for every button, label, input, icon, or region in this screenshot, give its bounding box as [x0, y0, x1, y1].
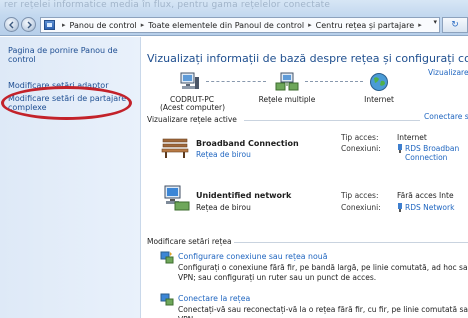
- address-bar[interactable]: ▸ Panou de control ▸ Toate elementele di…: [40, 17, 440, 33]
- network-name: Unidentified network: [196, 191, 292, 200]
- globe-icon: [369, 72, 389, 94]
- sidebar-item-home[interactable]: Pagina de pornire Panou de control: [8, 46, 136, 64]
- refresh-icon: ↻: [451, 20, 459, 30]
- arrow-right-icon: [27, 21, 32, 29]
- chevron-right-icon: ▸: [140, 21, 145, 29]
- network-label[interactable]: Rețele multiple: [257, 95, 317, 104]
- unidentified-network-icon: [163, 185, 191, 213]
- connections-label: Conexiuni:: [341, 203, 381, 212]
- connection-icon: [397, 203, 403, 214]
- connection-link[interactable]: RDS Network: [405, 203, 454, 212]
- address-dropdown-icon[interactable]: ▾: [433, 18, 437, 26]
- network-icon: [275, 72, 299, 94]
- breadcrumb-control-panel[interactable]: Panou de control: [70, 21, 137, 30]
- setup-connection-description: Configurați o conexiune fără fir, pe ban…: [178, 263, 468, 282]
- active-networks-header: Vizualizare rețele active: [147, 115, 237, 124]
- computer-sublabel: (Acest computer): [160, 103, 225, 112]
- section-divider: [244, 120, 420, 121]
- access-type-label: Tip acces:: [341, 133, 379, 142]
- bench-icon: [161, 137, 189, 161]
- connections-label: Conexiuni:: [341, 144, 381, 153]
- map-connector-line: [206, 81, 266, 82]
- full-map-link[interactable]: Vizualizare h: [428, 68, 468, 77]
- page-title: Vizualizați informații de bază despre re…: [147, 52, 468, 65]
- network-settings-header: Modificare setări rețea: [147, 237, 232, 246]
- network-type-link[interactable]: Rețea de birou: [196, 150, 251, 159]
- sidebar: Pagina de pornire Panou de control Modif…: [0, 37, 141, 318]
- sidebar-item-advanced-sharing[interactable]: Modificare setări de partajare complexe: [8, 94, 136, 112]
- main-content: Vizualizați informații de bază despre re…: [142, 37, 468, 318]
- network-type: Rețea de birou: [196, 203, 251, 212]
- arrow-left-icon: [9, 21, 14, 29]
- blurred-background-text: rer rețelei informatice media în flux, p…: [4, 0, 331, 10]
- access-type-value: Internet: [397, 133, 427, 142]
- section-divider: [234, 242, 468, 243]
- access-type-value: Fără acces Inte: [397, 191, 454, 200]
- connection-icon: [397, 144, 403, 155]
- connect-network-link[interactable]: Conectare la rețea: [178, 294, 250, 303]
- network-name: Broadband Connection: [196, 139, 299, 148]
- chevron-right-icon: ▸: [418, 21, 422, 29]
- computer-icon: [178, 72, 200, 94]
- connect-disconnect-link[interactable]: Conectare sau: [424, 112, 468, 121]
- forward-button[interactable]: [21, 17, 36, 32]
- new-connection-icon: [160, 251, 174, 266]
- connect-network-icon: [160, 293, 174, 308]
- control-panel-icon: [44, 20, 55, 30]
- chevron-right-icon: ▸: [62, 21, 66, 29]
- breadcrumb-all-items[interactable]: Toate elementele din Panoul de control: [148, 21, 304, 30]
- internet-label[interactable]: Internet: [361, 95, 397, 104]
- chevron-right-icon: ▸: [308, 21, 312, 29]
- back-button[interactable]: [4, 17, 19, 32]
- connection-link[interactable]: RDS Broadban Connection: [405, 144, 468, 162]
- setup-connection-link[interactable]: Configurare conexiune sau rețea nouă: [178, 252, 327, 261]
- breadcrumb-network-center[interactable]: Centru rețea și partajare: [316, 21, 415, 30]
- connect-network-description: Conectați-vă sau reconectați-vă la o reț…: [178, 305, 468, 318]
- access-type-label: Tip acces:: [341, 191, 379, 200]
- window-toolbar: rer rețelei informatice media în flux, p…: [0, 0, 468, 36]
- map-connector-line: [305, 81, 363, 82]
- refresh-button[interactable]: ↻: [442, 17, 468, 33]
- sidebar-item-adapter-settings[interactable]: Modificare setări adaptor: [8, 81, 136, 90]
